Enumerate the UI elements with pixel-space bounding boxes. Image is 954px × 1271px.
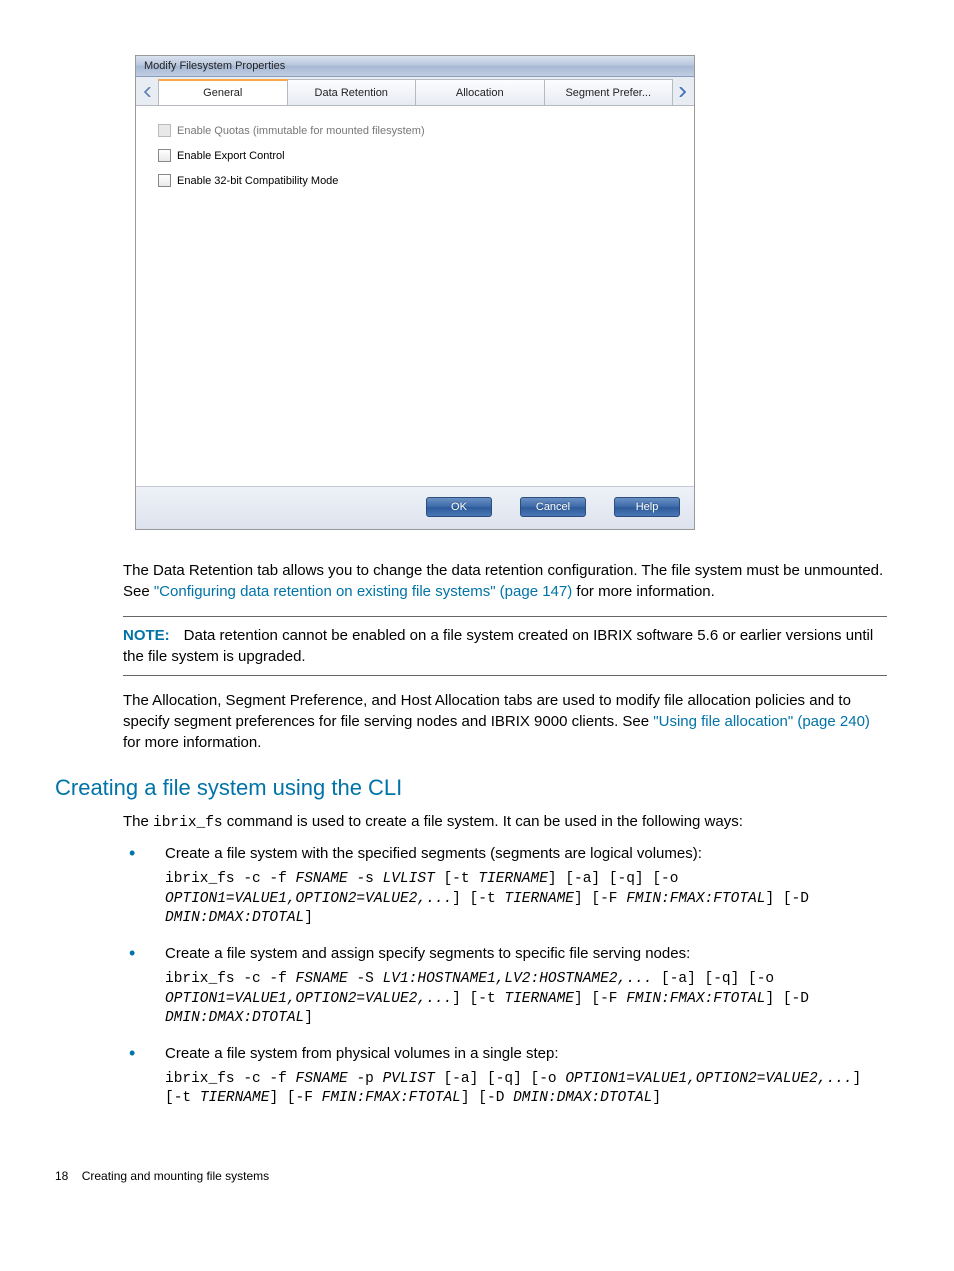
tab-scroll-right-icon[interactable] — [672, 79, 692, 105]
bullet-text: Create a file system from physical volum… — [165, 1045, 559, 1062]
tab-general[interactable]: General — [158, 79, 288, 105]
cli-section: The ibrix_fs command is used to create a… — [123, 811, 887, 1109]
tab-segment-preference[interactable]: Segment Prefer... — [544, 79, 674, 105]
modify-filesystem-dialog: Modify Filesystem Properties General Dat… — [135, 55, 695, 530]
help-button[interactable]: Help — [614, 497, 680, 517]
tab-allocation[interactable]: Allocation — [415, 79, 545, 105]
text: for more information. — [572, 583, 715, 600]
bullet-text: Create a file system with the specified … — [165, 845, 702, 862]
page-footer: 18 Creating and mounting file systems — [55, 1169, 889, 1183]
enable-quotas-row: Enable Quotas (immutable for mounted fil… — [158, 124, 674, 137]
dialog-title: Modify Filesystem Properties — [144, 60, 285, 72]
ok-button[interactable]: OK — [426, 497, 492, 517]
tab-data-retention[interactable]: Data Retention — [287, 79, 417, 105]
enable-export-control-label: Enable Export Control — [177, 150, 285, 162]
code-block: ibrix_fs -c -f FSNAME -p PVLIST [-a] [-q… — [165, 1070, 887, 1109]
list-item: Create a file system and assign specify … — [123, 943, 887, 1029]
enable-quotas-checkbox — [158, 124, 171, 137]
tabs-row: General Data Retention Allocation Segmen… — [136, 77, 694, 106]
dialog-titlebar: Modify Filesystem Properties — [136, 56, 694, 77]
document-body: The Data Retention tab allows you to cha… — [123, 560, 887, 753]
text: The — [123, 813, 153, 830]
note-block: NOTE:Data retention cannot be enabled on… — [123, 616, 887, 676]
bullet-text: Create a file system and assign specify … — [165, 945, 690, 962]
code-block: ibrix_fs -c -f FSNAME -s LVLIST [-t TIER… — [165, 870, 887, 929]
enable-export-control-checkbox[interactable] — [158, 149, 171, 162]
note-text: Data retention cannot be enabled on a fi… — [123, 627, 873, 665]
enable-32bit-row[interactable]: Enable 32-bit Compatibility Mode — [158, 174, 674, 187]
enable-32bit-label: Enable 32-bit Compatibility Mode — [177, 175, 338, 187]
text: command is used to create a file system.… — [223, 813, 743, 830]
para-allocation-tabs: The Allocation, Segment Preference, and … — [123, 690, 887, 753]
heading-creating-fs-cli: Creating a file system using the CLI — [55, 775, 889, 801]
dialog-footer: OK Cancel Help — [136, 486, 694, 529]
list-item: Create a file system with the specified … — [123, 843, 887, 929]
page-number: 18 — [55, 1169, 68, 1183]
tab-scroll-left-icon[interactable] — [138, 79, 158, 105]
note-label: NOTE: — [123, 627, 170, 644]
list-item: Create a file system from physical volum… — [123, 1043, 887, 1109]
code-block: ibrix_fs -c -f FSNAME -S LV1:HOSTNAME1,L… — [165, 970, 887, 1029]
link-configuring-data-retention[interactable]: "Configuring data retention on existing … — [154, 583, 572, 600]
text: for more information. — [123, 734, 261, 751]
cli-bullet-list: Create a file system with the specified … — [123, 843, 887, 1109]
link-using-file-allocation[interactable]: "Using file allocation" (page 240) — [653, 713, 870, 730]
cli-intro: The ibrix_fs command is used to create a… — [123, 811, 887, 833]
para-data-retention: The Data Retention tab allows you to cha… — [123, 560, 887, 602]
dialog-body: Enable Quotas (immutable for mounted fil… — [136, 106, 694, 486]
cmd-ibrix-fs: ibrix_fs — [153, 815, 223, 831]
cancel-button[interactable]: Cancel — [520, 497, 586, 517]
enable-quotas-label: Enable Quotas (immutable for mounted fil… — [177, 125, 425, 137]
enable-32bit-checkbox[interactable] — [158, 174, 171, 187]
footer-chapter: Creating and mounting file systems — [82, 1169, 269, 1183]
enable-export-control-row[interactable]: Enable Export Control — [158, 149, 674, 162]
